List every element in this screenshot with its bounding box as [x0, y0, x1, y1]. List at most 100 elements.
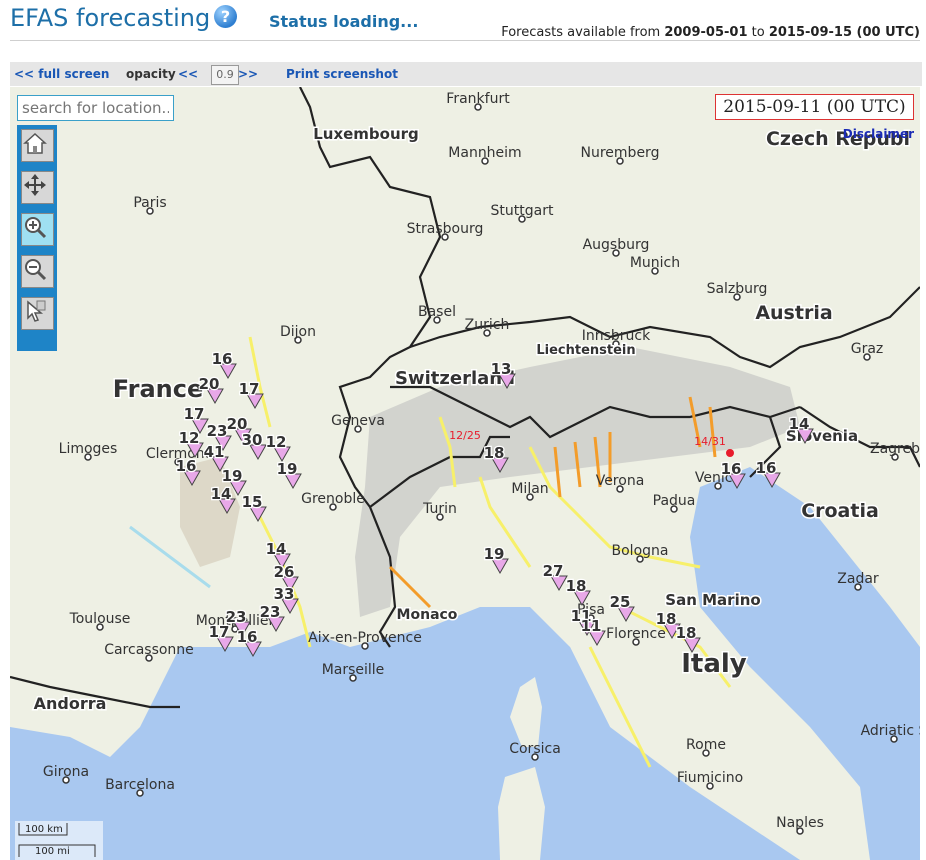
- opacity-decrease-button[interactable]: <<: [178, 67, 198, 81]
- city-label: Milan: [511, 481, 548, 497]
- pan-icon[interactable]: [21, 171, 54, 204]
- city-label: Adriatic S: [861, 723, 920, 739]
- forecast-marker-value: 14: [211, 485, 232, 503]
- forecast-marker-value: 16: [756, 459, 777, 477]
- forecast-marker-value: 18: [484, 444, 505, 462]
- forecast-marker-value: 17: [209, 623, 230, 641]
- city-label: Bologna: [612, 543, 669, 559]
- pointer-info-icon[interactable]: [21, 297, 54, 330]
- forecast-marker-value: 18: [676, 624, 697, 642]
- map-canvas: Frankfurt Nuremberg Mannheim Stuttgart Stras…: [10, 87, 920, 860]
- city-label: Marseille: [322, 662, 385, 678]
- city-label: Fiumicino: [677, 770, 743, 786]
- sardinia-island: [498, 767, 545, 860]
- zoom-in-icon[interactable]: [21, 213, 54, 246]
- opacity-value-field[interactable]: 0.9: [211, 65, 239, 85]
- forecast-marker-value: 19: [484, 545, 505, 563]
- city-label: Stuttgart: [491, 203, 554, 219]
- forecast-marker-value: 16: [212, 350, 233, 368]
- country-label: Austria: [755, 302, 832, 324]
- country-label: France: [113, 375, 203, 403]
- city-label: Corsica: [509, 741, 561, 757]
- forecast-marker-value: 12: [266, 433, 287, 451]
- availability-to: 2015-09-15 (00 UTC): [768, 25, 920, 40]
- forecast-marker-value: 25: [610, 593, 631, 611]
- city-label: Grenoble: [301, 491, 365, 507]
- help-icon[interactable]: ?: [214, 5, 237, 28]
- map-toolbar: << full screen opacity << 0.9 >> Print s…: [10, 62, 922, 86]
- city-label: Zagreb: [870, 441, 920, 457]
- country-label: Andorra: [34, 694, 107, 713]
- city-label: Mannheim: [448, 145, 521, 161]
- alert-label: 12/25: [449, 429, 481, 442]
- city-label: Barcelona: [105, 777, 175, 793]
- header-divider: [10, 40, 920, 41]
- city-label: Innsbruck: [582, 328, 651, 344]
- country-label: Italy: [681, 649, 747, 679]
- opacity-increase-button[interactable]: >>: [238, 67, 258, 81]
- city-label: Naples: [776, 815, 824, 831]
- forecast-marker-value: 15: [242, 493, 263, 511]
- country-label: San Marino: [665, 591, 760, 609]
- city-label: Zadar: [837, 571, 879, 587]
- forecast-marker-value: 26: [274, 563, 295, 581]
- forecast-marker-value: 12: [179, 429, 200, 447]
- forecast-marker-value: 16: [176, 457, 197, 475]
- forecast-marker-value: 20: [199, 375, 220, 393]
- city-label: Munich: [630, 255, 680, 271]
- scale-km-label: 100 km: [25, 824, 63, 835]
- map-view[interactable]: Frankfurt Nuremberg Mannheim Stuttgart Stras…: [10, 87, 920, 860]
- forecast-marker-value: 19: [277, 460, 298, 478]
- country-label: Monaco: [397, 607, 458, 623]
- scale-bar: 100 km 100 mi: [15, 821, 103, 860]
- forecast-marker-value: 27: [543, 562, 564, 580]
- forecast-marker-value: 14: [789, 415, 810, 433]
- forecast-marker-value: 17: [239, 380, 260, 398]
- forecast-marker-value: 30: [242, 431, 263, 449]
- city-label: Strasbourg: [407, 221, 484, 237]
- forecast-marker-value: 23: [260, 603, 281, 621]
- alert-point: [726, 449, 734, 457]
- forecast-marker-value: 16: [721, 460, 742, 478]
- print-screenshot-link[interactable]: Print screenshot: [286, 67, 398, 81]
- alert-label: 14/31: [694, 435, 726, 448]
- forecast-marker-value: 41: [204, 443, 225, 461]
- city-label: Basel: [418, 304, 456, 320]
- city-label: Carcassonne: [104, 642, 194, 658]
- city-label: Geneva: [331, 413, 385, 429]
- home-icon[interactable]: [21, 129, 54, 162]
- city-label: Turin: [422, 501, 457, 517]
- zoom-out-icon[interactable]: [21, 255, 54, 288]
- full-screen-link[interactable]: << full screen: [14, 67, 109, 81]
- city-label: Graz: [851, 341, 884, 357]
- city-label: Padua: [653, 493, 696, 509]
- opacity-label: opacity: [126, 67, 176, 81]
- city-label: Girona: [43, 764, 89, 780]
- city-label: Dijon: [280, 324, 316, 340]
- map-control-panel: [17, 125, 57, 351]
- city-label: Paris: [133, 195, 166, 211]
- country-label: Luxembourg: [313, 125, 419, 143]
- city-label: Verona: [596, 473, 645, 489]
- city-label: Augsburg: [583, 237, 650, 253]
- disclaimer-link[interactable]: Disclaimer: [843, 127, 914, 141]
- city-label: Rome: [686, 737, 726, 753]
- forecast-marker-value: 19: [222, 467, 243, 485]
- city-label: Nuremberg: [581, 145, 660, 161]
- forecast-marker-value: 16: [237, 628, 258, 646]
- country-label: Croatia: [801, 500, 879, 522]
- location-search-input[interactable]: [17, 95, 174, 121]
- forecast-marker-value: 13: [491, 360, 512, 378]
- forecast-marker-value: 17: [184, 405, 205, 423]
- forecast-marker-value: 23: [207, 422, 228, 440]
- forecast-marker-value: 18: [656, 610, 677, 628]
- city-label: Florence: [606, 626, 666, 642]
- city-label: Aix-en-Provence: [308, 630, 422, 646]
- city-label: Toulouse: [69, 611, 131, 627]
- city-label: Zurich: [465, 317, 510, 333]
- country-label: Liechtenstein: [536, 343, 635, 358]
- availability-prefix: Forecasts available from: [501, 25, 661, 40]
- app-title: EFAS forecasting: [10, 4, 211, 32]
- forecast-marker-value: 18: [566, 577, 587, 595]
- scale-mi-label: 100 mi: [35, 846, 70, 857]
